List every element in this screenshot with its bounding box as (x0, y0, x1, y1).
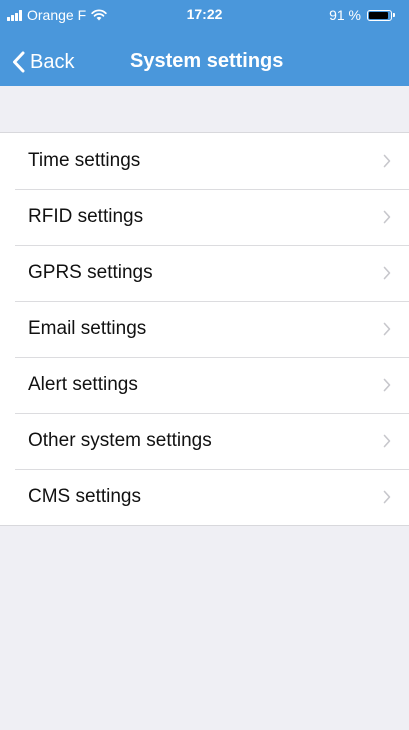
chevron-right-icon (383, 154, 391, 168)
chevron-right-icon (383, 210, 391, 224)
chevron-right-icon (383, 266, 391, 280)
battery-cap (393, 13, 395, 17)
battery-percentage: 91 % (329, 7, 361, 23)
status-bar: Orange F 17:22 91 % (0, 0, 409, 40)
settings-row-other-system-settings[interactable]: Other system settings (0, 413, 409, 469)
settings-row-label: Email settings (28, 318, 147, 339)
chevron-right-icon (383, 490, 391, 504)
settings-row-label: Alert settings (28, 374, 138, 395)
page-title: System settings (130, 50, 284, 72)
chevron-right-icon (383, 322, 391, 336)
chevron-right-icon (383, 378, 391, 392)
settings-row-label: RFID settings (28, 206, 144, 227)
settings-row-cms-settings[interactable]: CMS settings (0, 469, 409, 525)
settings-list: Time settings RFID settings GPRS settings E… (0, 133, 409, 526)
back-button[interactable]: Back (12, 49, 74, 75)
settings-row-alert-settings[interactable]: Alert settings (0, 357, 409, 413)
battery-icon (367, 9, 392, 21)
navigation-bar: Back System settings (0, 40, 409, 86)
settings-row-label: Other system settings (28, 430, 212, 451)
settings-row-label: CMS settings (28, 486, 141, 507)
chevron-left-icon (13, 51, 25, 73)
back-label: Back (30, 50, 75, 73)
settings-row-email-settings[interactable]: Email settings (0, 301, 409, 357)
section-header-spacer (0, 86, 409, 133)
settings-row-time-settings[interactable]: Time settings (0, 133, 409, 189)
settings-row-rfid-settings[interactable]: RFID settings (0, 189, 409, 245)
settings-row-gprs-settings[interactable]: GPRS settings (0, 245, 409, 301)
settings-row-label: Time settings (28, 150, 141, 171)
chevron-right-icon (383, 434, 391, 448)
screen: Orange F 17:22 91 % Back System settings… (0, 0, 409, 730)
settings-row-label: GPRS settings (28, 262, 153, 283)
status-right: 91 % (329, 6, 395, 24)
battery-level-fill (369, 11, 389, 19)
